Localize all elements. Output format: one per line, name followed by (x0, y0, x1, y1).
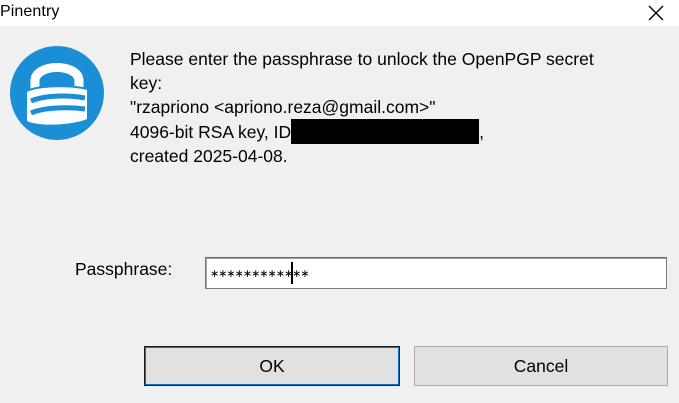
key-info-line: 4096-bit RSA key, ID, (130, 119, 670, 144)
passphrase-input[interactable] (205, 257, 667, 289)
close-button[interactable] (633, 0, 679, 26)
gnupg-lock-icon (10, 46, 104, 140)
key-type-text: 4096-bit RSA key, ID (130, 122, 292, 142)
key-created-date: created 2025-04-08. (130, 146, 288, 166)
close-icon (648, 5, 664, 21)
redacted-key-id (291, 119, 480, 144)
passphrase-label: Passphrase: (75, 259, 173, 279)
key-info-suffix: , (479, 122, 485, 142)
message-line: key: (130, 73, 163, 93)
ok-button[interactable]: OK (144, 346, 400, 386)
window-title: Pinentry (0, 3, 60, 20)
prompt-message: Please enter the passphrase to unlock th… (130, 47, 670, 168)
text-caret (291, 262, 293, 284)
key-user-id: "rzapriono <apriono.reza@gmail.com>" (130, 97, 436, 117)
cancel-button[interactable]: Cancel (414, 346, 668, 386)
message-line: Please enter the passphrase to unlock th… (130, 49, 594, 69)
title-bar: Pinentry (0, 0, 679, 26)
